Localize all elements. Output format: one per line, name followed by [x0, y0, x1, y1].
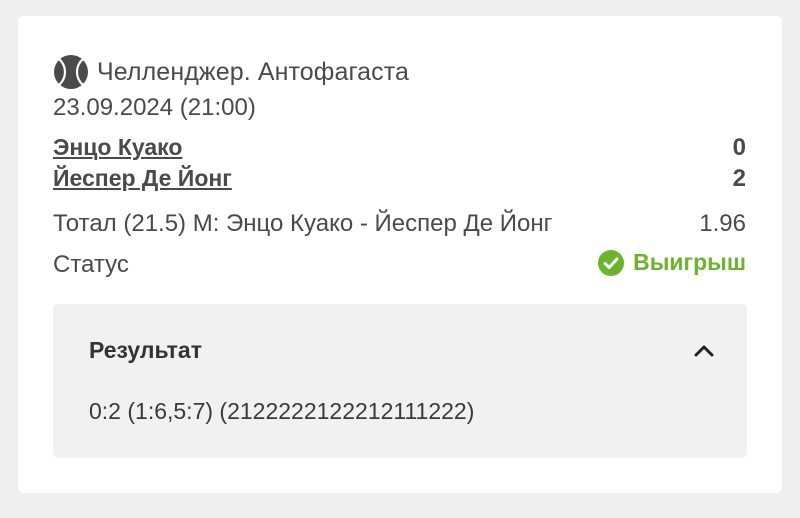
status-badge: Выигрыш: [598, 249, 746, 276]
result-panel: Результат 0:2 (1:6,5:7) (212222212221211…: [53, 304, 747, 458]
event-header: Челленджер. Антофагаста: [53, 54, 409, 90]
event-datetime: 23.09.2024 (21:00): [53, 94, 256, 121]
tournament-name: Челленджер. Антофагаста: [97, 57, 410, 86]
score-home: 0: [732, 134, 746, 161]
team-home-link[interactable]: Энцо Куако: [53, 134, 182, 161]
bet-description: Тотал (21.5) М: Энцо Куако - Йеспер Де Й…: [53, 210, 553, 237]
chevron-up-icon[interactable]: [691, 338, 717, 364]
result-value: 0:2 (1:6,5:7) (2122222122212111222): [89, 398, 475, 424]
bet-card: Челленджер. Антофагаста 23.09.2024 (21:0…: [18, 16, 782, 493]
team-away-link[interactable]: Йеспер Де Йонг: [53, 165, 232, 192]
result-title: Результат: [89, 337, 202, 363]
check-circle-icon: [598, 249, 625, 276]
status-value: Выигрыш: [633, 249, 746, 275]
score-away: 2: [732, 165, 746, 192]
bet-odds: 1.96: [699, 210, 746, 237]
status-label: Статус: [53, 251, 129, 278]
tennis-ball-icon: [54, 55, 88, 89]
